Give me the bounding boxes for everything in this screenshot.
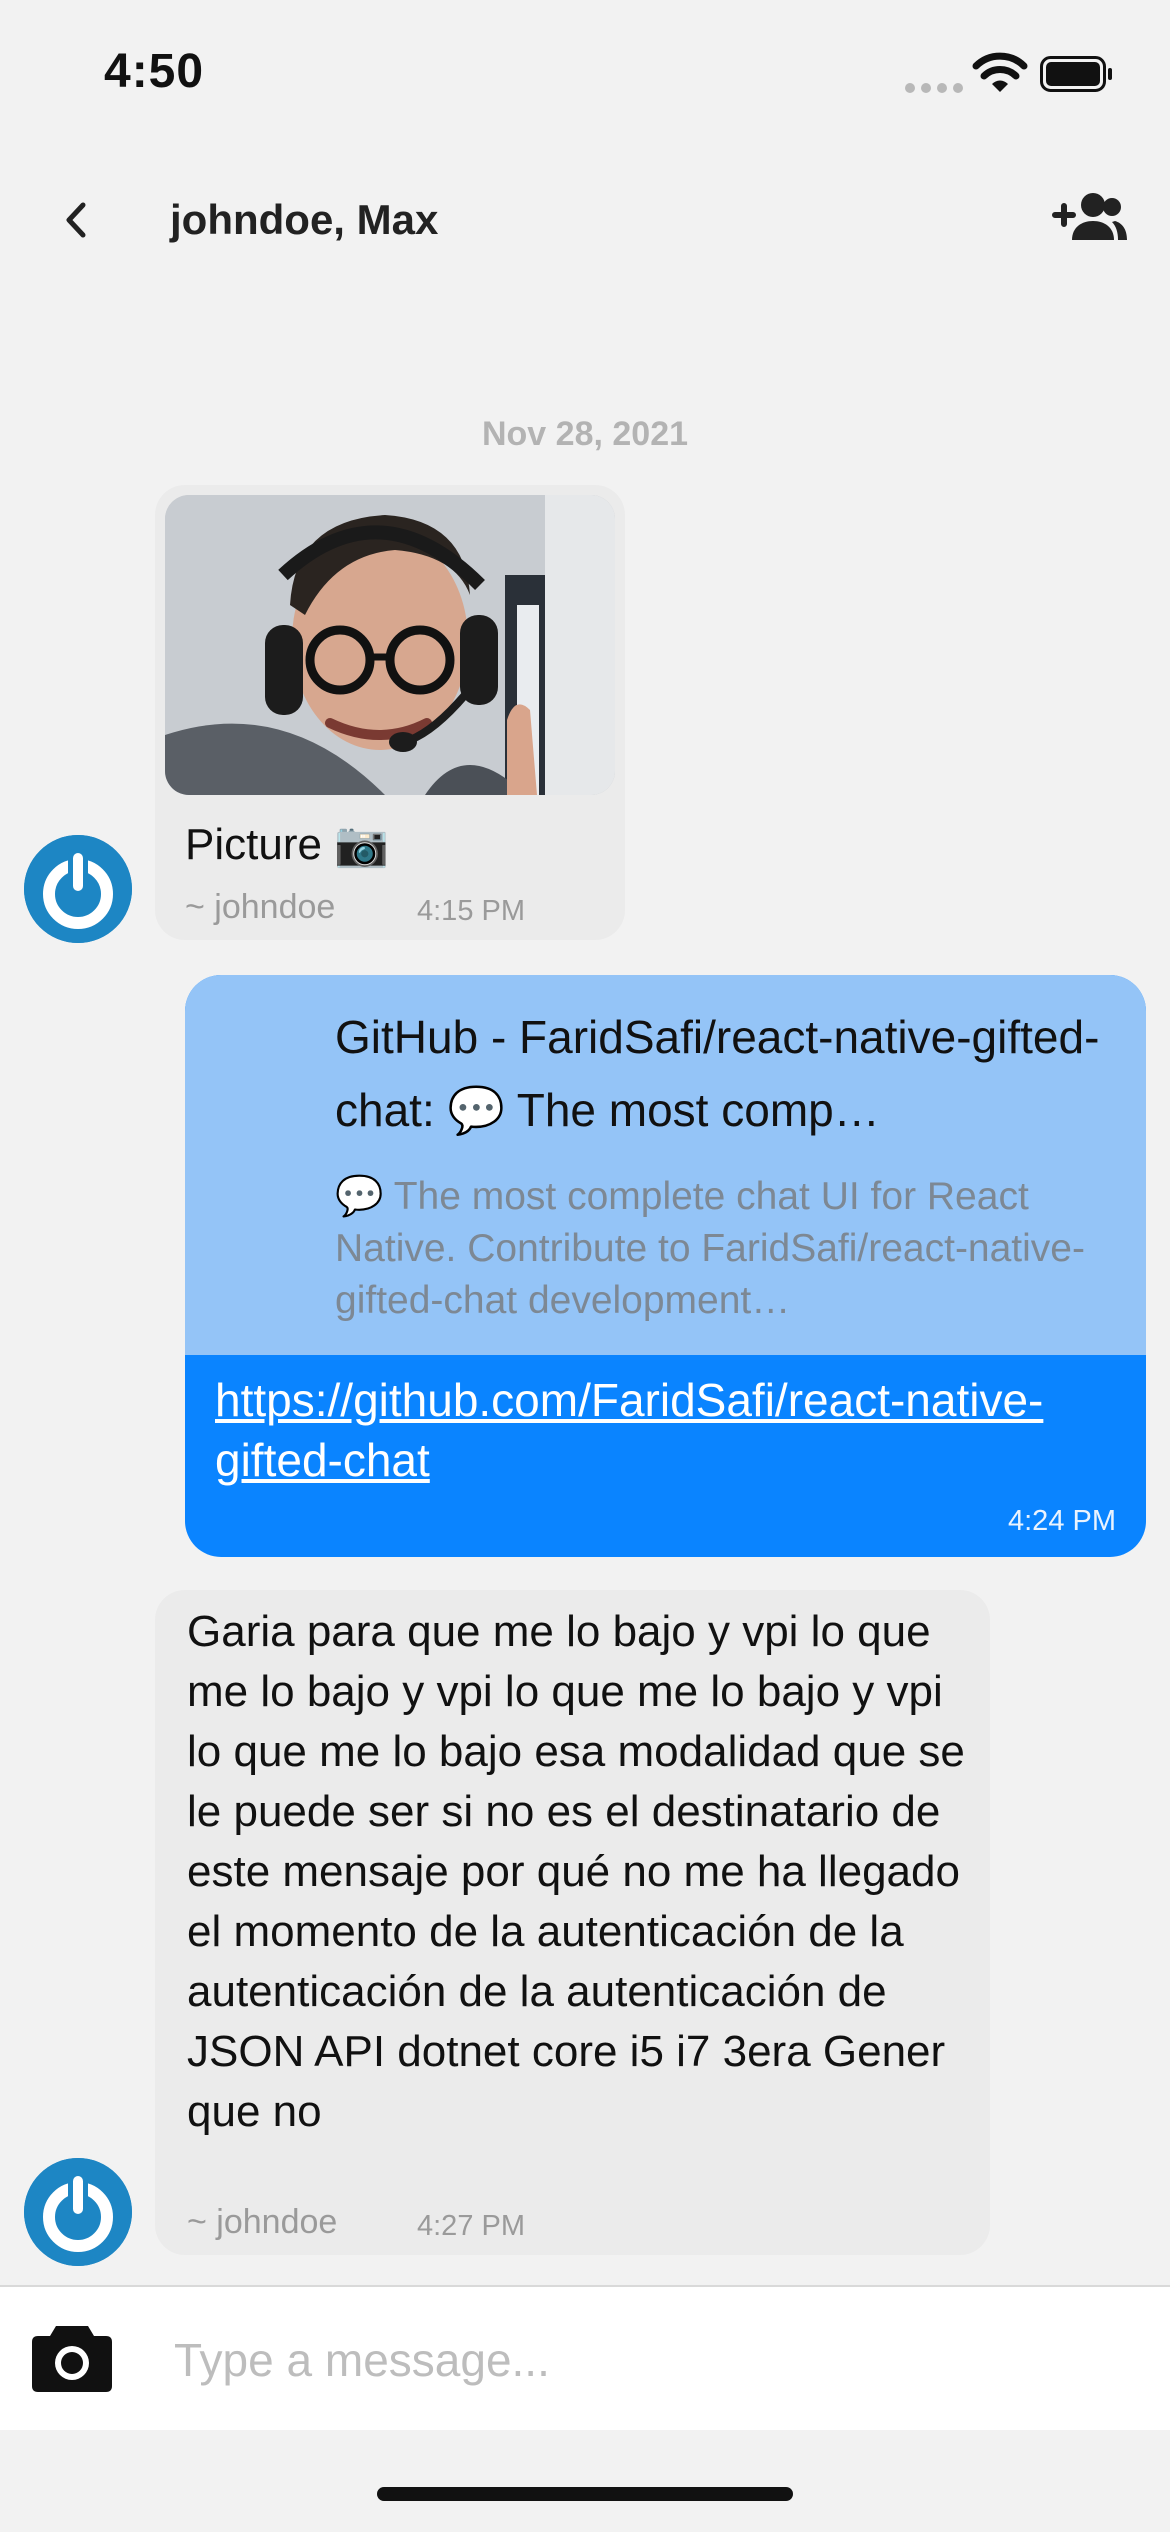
person-add-icon[interactable] bbox=[1052, 190, 1128, 246]
chevron-left-icon[interactable] bbox=[52, 195, 102, 245]
status-time: 4:50 bbox=[104, 45, 205, 98]
link-preview-title: GitHub - FaridSafi/react-native-gifted-c… bbox=[335, 1011, 1100, 1136]
message-text: Garia para que me lo bajo y vpi lo que m… bbox=[187, 1607, 965, 2136]
link-preview[interactable]: GitHub - FaridSafi/react-native-gifted-c… bbox=[185, 975, 1146, 1355]
battery-icon bbox=[1040, 56, 1112, 92]
status-bar: 4:50 bbox=[0, 0, 1170, 150]
message-sender: ~ johndoe bbox=[185, 888, 336, 926]
avatar[interactable] bbox=[24, 835, 132, 943]
message-link[interactable]: https://github.com/FaridSafi/react-nativ… bbox=[215, 1370, 1135, 1490]
message-input[interactable] bbox=[174, 2325, 1114, 2395]
message-composer bbox=[0, 2285, 1170, 2430]
wifi-icon bbox=[972, 52, 1028, 92]
outgoing-link-message[interactable]: GitHub - FaridSafi/react-native-gifted-c… bbox=[185, 975, 1146, 1557]
avatar[interactable] bbox=[24, 2158, 132, 2266]
home-indicator bbox=[377, 2487, 793, 2501]
link-preview-description: 💬 The most complete chat UI for React Na… bbox=[335, 1175, 1085, 1322]
message-time: 4:15 PM bbox=[417, 895, 525, 927]
cellular-signal-icon bbox=[905, 83, 963, 93]
power-icon bbox=[24, 2158, 132, 2266]
message-time: 4:24 PM bbox=[1008, 1505, 1116, 1537]
chat-title: johndoe, Max bbox=[170, 196, 439, 243]
chat-header: johndoe, Max bbox=[0, 150, 1170, 290]
message-sender: ~ johndoe bbox=[187, 2203, 338, 2241]
date-separator: Nov 28, 2021 bbox=[481, 415, 689, 453]
message-time: 4:27 PM bbox=[417, 2210, 525, 2242]
message-text: Picture 📷 bbox=[185, 820, 389, 869]
camera-icon[interactable] bbox=[30, 2320, 114, 2394]
incoming-image-message[interactable]: Picture 📷 ~ johndoe 4:15 PM bbox=[155, 485, 625, 940]
message-photo[interactable] bbox=[165, 495, 615, 795]
incoming-text-message[interactable]: Garia para que me lo bajo y vpi lo que m… bbox=[155, 1590, 990, 2255]
power-icon bbox=[24, 835, 132, 943]
